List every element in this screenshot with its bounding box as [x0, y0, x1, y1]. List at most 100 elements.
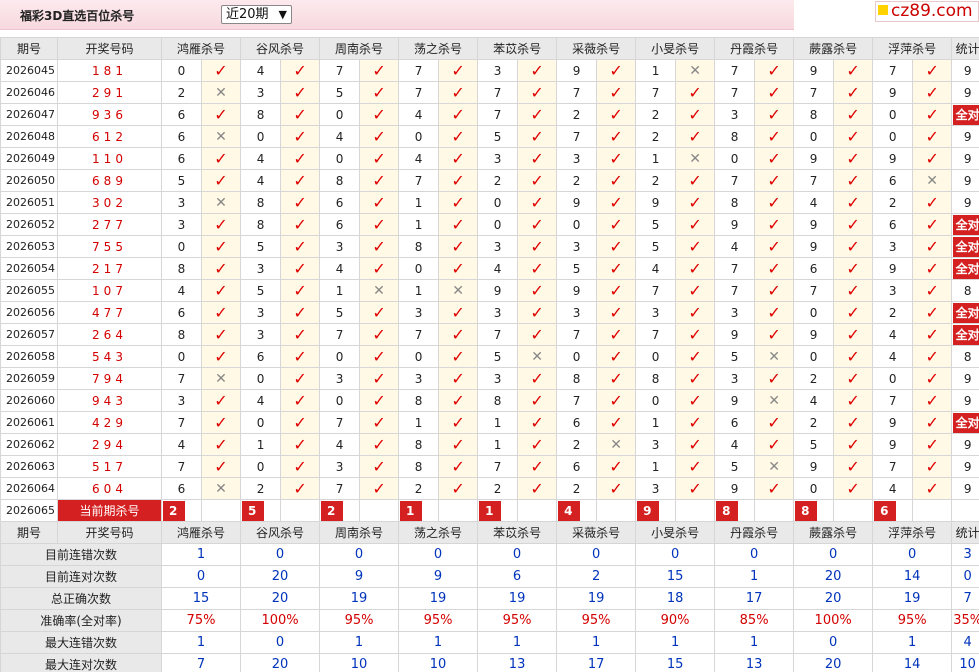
kill-number: 7 — [477, 455, 519, 478]
col-header-expert[interactable]: 鸿雁杀号 — [160, 521, 242, 544]
result-cell: ✓ — [280, 367, 321, 390]
col-header-expert[interactable]: 苯苡杀号 — [477, 37, 558, 60]
result-cell: ✓ — [280, 433, 321, 456]
kill-number: 3 — [477, 147, 519, 170]
stat-cell: 9 — [951, 169, 979, 192]
period-cell: 2026059 — [0, 367, 58, 390]
summary-value: 1 — [714, 631, 795, 654]
cross-icon: ✕ — [215, 84, 227, 101]
col-header-expert[interactable]: 苯苡杀号 — [477, 521, 558, 544]
current-kill-cell: 9 — [635, 499, 677, 522]
col-header-expert[interactable]: 小旻杀号 — [635, 521, 716, 544]
kill-number: 7 — [793, 169, 835, 192]
result-cell: ✓ — [359, 81, 400, 104]
kill-number: 6 — [714, 411, 756, 434]
kill-number: 3 — [556, 235, 598, 258]
period-select[interactable]: 近20期 ▼ — [221, 5, 292, 24]
summary-stat: 10 — [951, 653, 979, 672]
col-header-expert[interactable]: 小旻杀号 — [635, 37, 716, 60]
result-cell: ✓ — [596, 191, 637, 214]
col-header-expert[interactable]: 谷风杀号 — [240, 521, 321, 544]
check-icon: ✓ — [451, 368, 465, 388]
check-icon: ✓ — [530, 192, 544, 212]
col-header-expert[interactable]: 浮萍杀号 — [872, 521, 953, 544]
check-icon: ✓ — [925, 434, 939, 454]
kill-number: 3 — [477, 301, 519, 324]
col-header-expert[interactable]: 周南杀号 — [319, 37, 400, 60]
kill-number: 8 — [398, 389, 440, 412]
col-header-expert[interactable]: 周南杀号 — [319, 521, 400, 544]
result-cell: ✓ — [359, 389, 400, 412]
result-cell: ✓ — [438, 455, 479, 478]
kill-number: 3 — [319, 235, 361, 258]
result-cell: ✓ — [359, 477, 400, 500]
stat-cell: 全对 — [951, 103, 979, 126]
kill-number: 3 — [556, 147, 598, 170]
col-header-expert[interactable]: 丹霞杀号 — [714, 521, 795, 544]
check-icon: ✓ — [609, 148, 623, 168]
check-icon: ✓ — [925, 368, 939, 388]
kill-number: 6 — [161, 477, 202, 500]
summary-label: 准确率(全对率) — [0, 609, 162, 632]
summary-value: 0 — [793, 543, 874, 566]
result-cell: ✓ — [359, 323, 400, 346]
check-icon: ✓ — [846, 60, 860, 80]
check-icon: ✓ — [688, 412, 702, 432]
kill-number: 4 — [714, 235, 756, 258]
check-icon: ✓ — [925, 214, 939, 234]
all-correct-badge: 全对 — [952, 258, 979, 279]
kill-number: 5 — [477, 125, 519, 148]
summary-value: 20 — [793, 587, 874, 610]
col-header-expert[interactable]: 荡之杀号 — [398, 521, 479, 544]
col-header-expert[interactable]: 荡之杀号 — [398, 37, 479, 60]
kill-number: 7 — [793, 279, 835, 302]
check-icon: ✓ — [293, 60, 307, 80]
stat-cell: 9 — [951, 81, 979, 104]
kill-number: 7 — [398, 81, 440, 104]
check-icon: ✓ — [925, 280, 939, 300]
kill-number: 9 — [793, 213, 835, 236]
check-icon: ✓ — [372, 478, 386, 498]
result-cell: ✓ — [675, 169, 716, 192]
check-icon: ✓ — [609, 456, 623, 476]
current-stat-cell — [951, 499, 979, 522]
col-header-expert[interactable]: 鸿雁杀号 — [160, 37, 242, 60]
check-icon: ✓ — [925, 148, 939, 168]
col-header-expert[interactable]: 丹霞杀号 — [714, 37, 795, 60]
kill-number: 9 — [793, 59, 835, 82]
summary-value: 90% — [635, 609, 716, 632]
kill-number: 1 — [319, 279, 361, 302]
check-icon: ✓ — [530, 60, 544, 80]
check-icon: ✓ — [451, 236, 465, 256]
kill-number: 9 — [793, 147, 835, 170]
col-header-expert[interactable]: 蕨露杀号 — [793, 37, 874, 60]
col-header-expert[interactable]: 谷风杀号 — [240, 37, 321, 60]
site-logo[interactable]: cz89.com — [875, 1, 979, 22]
result-cell: ✓ — [280, 411, 321, 434]
col-header-expert[interactable]: 采薇杀号 — [556, 37, 637, 60]
result-cell: ✓ — [359, 147, 400, 170]
result-cell: ✓ — [359, 59, 400, 82]
stat-cell: 9 — [951, 191, 979, 214]
period-cell: 2026051 — [0, 191, 58, 214]
period-cell: 2026063 — [0, 455, 58, 478]
result-cell: ✓ — [675, 367, 716, 390]
kill-number: 5 — [635, 235, 677, 258]
check-icon: ✓ — [451, 324, 465, 344]
check-icon: ✓ — [688, 82, 702, 102]
col-header-expert[interactable]: 采薇杀号 — [556, 521, 637, 544]
result-cell: ✓ — [833, 103, 874, 126]
check-icon: ✓ — [688, 126, 702, 146]
col-header-expert[interactable]: 蕨露杀号 — [793, 521, 874, 544]
summary-stat: 7 — [951, 587, 979, 610]
check-icon: ✓ — [688, 214, 702, 234]
check-icon: ✓ — [925, 324, 939, 344]
col-header-expert[interactable]: 浮萍杀号 — [872, 37, 953, 60]
check-icon: ✓ — [372, 236, 386, 256]
result-cell: ✓ — [438, 59, 479, 82]
result-cell: ✓ — [200, 279, 242, 302]
kill-number: 7 — [319, 477, 361, 500]
check-icon: ✓ — [767, 214, 781, 234]
result-cell: ✓ — [200, 213, 242, 236]
summary-value: 1 — [160, 543, 242, 566]
